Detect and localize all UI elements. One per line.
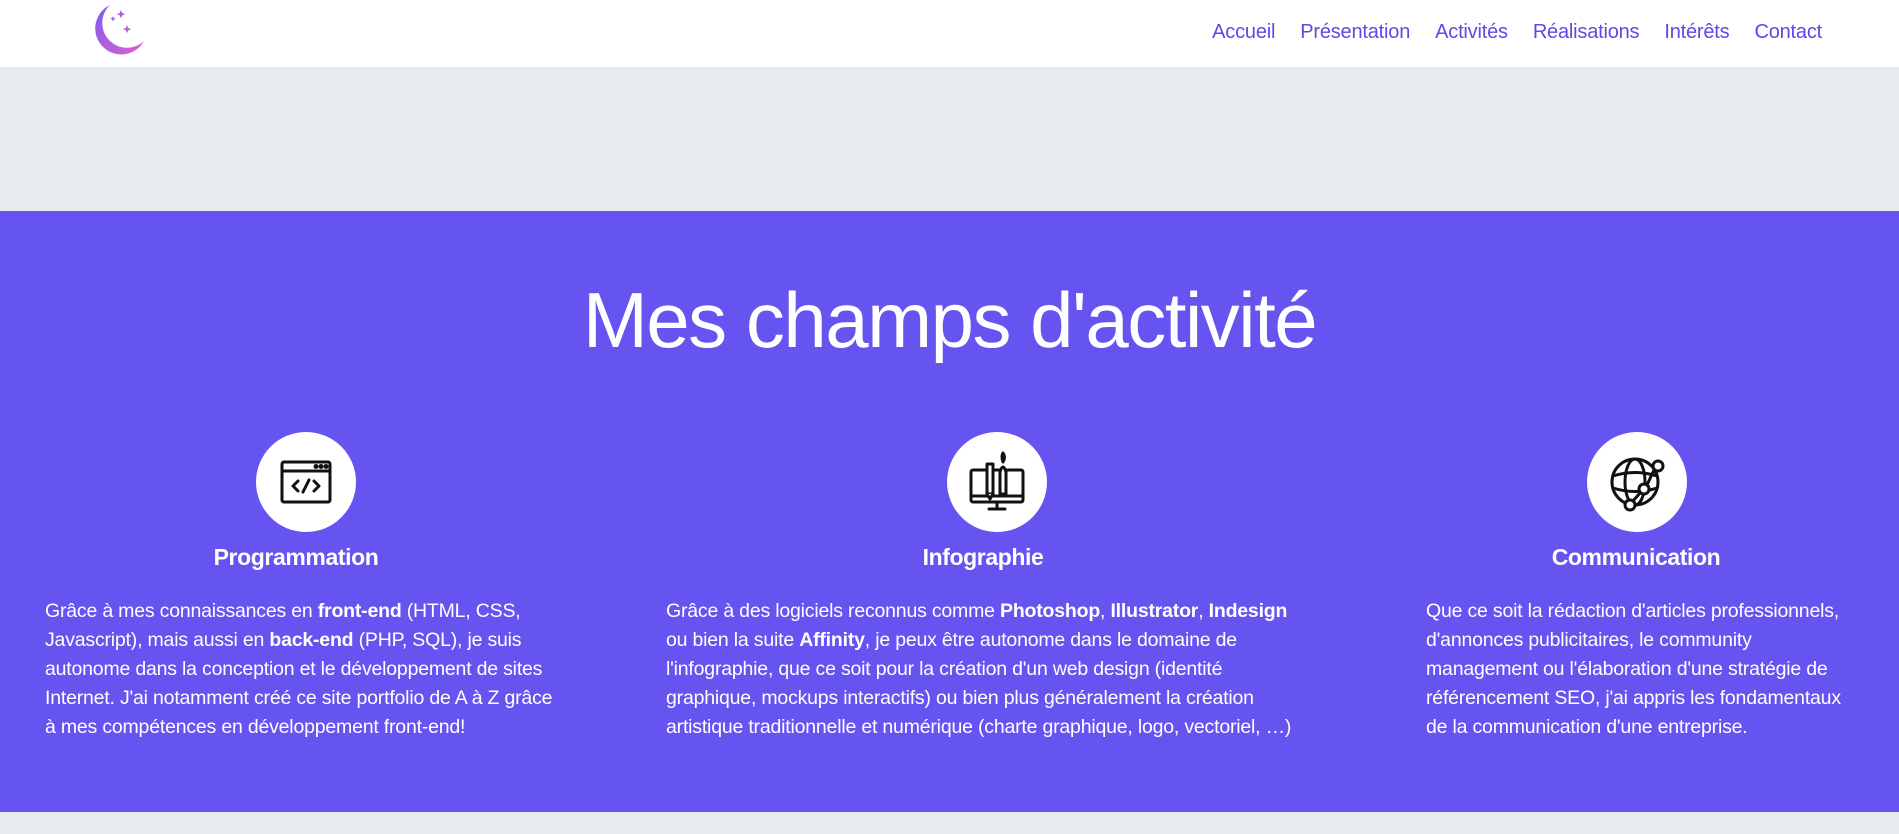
site-header: Accueil Présentation Activités Réalisati… xyxy=(0,0,1899,67)
activity-heading: Infographie xyxy=(922,544,1044,570)
nav-activites[interactable]: Activités xyxy=(1435,21,1508,44)
nav-realisations[interactable]: Réalisations xyxy=(1533,21,1640,44)
activity-heading: Communication xyxy=(1551,544,1721,570)
nav-interets[interactable]: Intérêts xyxy=(1664,21,1729,44)
globe-network-icon xyxy=(1587,432,1687,532)
hero-spacer xyxy=(0,67,1899,211)
section-title: Mes champs d'activité xyxy=(582,276,1318,364)
activity-heading: Programmation xyxy=(213,544,379,570)
code-window-icon xyxy=(256,432,356,532)
main-nav: Accueil Présentation Activités Réalisati… xyxy=(1212,21,1822,44)
section-divider xyxy=(0,812,1899,834)
nav-contact[interactable]: Contact xyxy=(1754,21,1822,44)
nav-accueil[interactable]: Accueil xyxy=(1212,21,1275,44)
crescent-moon-stars-icon[interactable] xyxy=(88,1,146,57)
activity-description: Que ce soit la rédaction d'articles prof… xyxy=(1426,600,1841,738)
activity-description: Grâce à des logiciels reconnus comme Pho… xyxy=(666,600,1292,738)
activity-description: Grâce à mes connaissances en front-end (… xyxy=(45,600,553,738)
design-monitor-icon xyxy=(947,432,1047,532)
activities-section: Mes champs d'activité Programmation Grâc… xyxy=(0,211,1899,812)
nav-presentation[interactable]: Présentation xyxy=(1300,21,1410,44)
